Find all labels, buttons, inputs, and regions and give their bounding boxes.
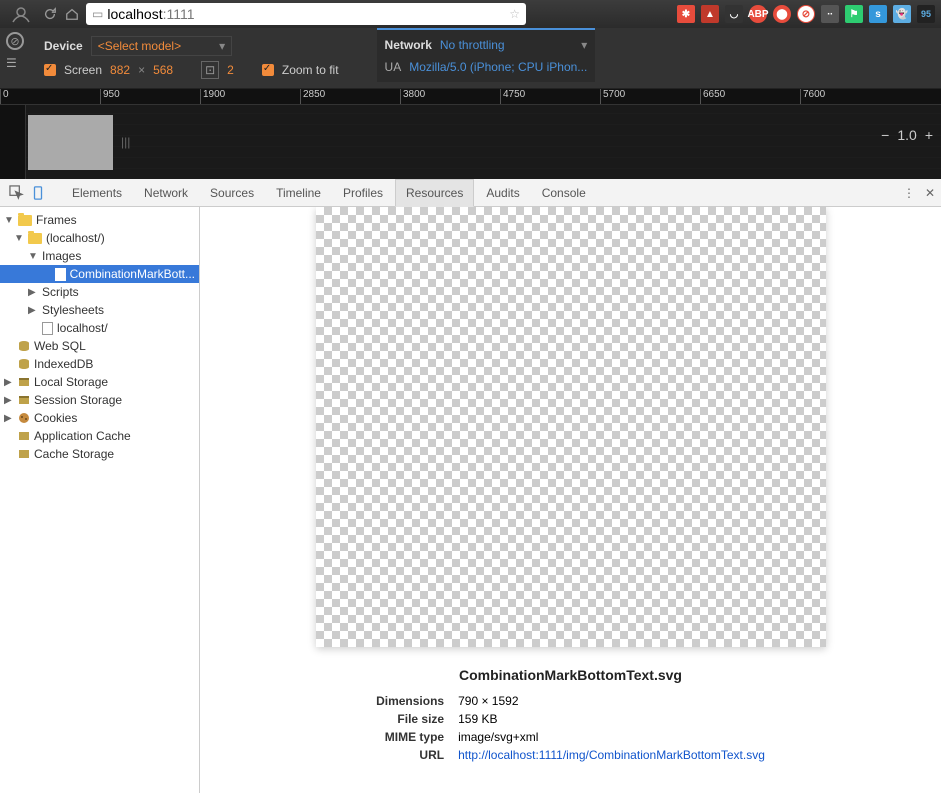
ext-icon[interactable]: ◡ (725, 5, 743, 23)
tree-indexeddb[interactable]: IndexedDB (0, 355, 199, 373)
zoom-to-fit-label: Zoom to fit (282, 63, 339, 77)
page-icon: ▭ (92, 7, 103, 21)
zoom-in-icon[interactable]: + (925, 127, 933, 143)
database-icon (18, 358, 30, 370)
device-mode-icon[interactable] (28, 183, 48, 203)
device-model-select[interactable]: <Select model> (91, 36, 232, 56)
tree-appcache[interactable]: Application Cache (0, 427, 199, 445)
ext-icon[interactable]: 95 (917, 5, 935, 23)
resource-url-link[interactable]: http://localhost:1111/img/CombinationMar… (458, 748, 765, 762)
ext-icon[interactable]: ∙∙ (821, 5, 839, 23)
toggle-drawer-icon[interactable]: ☰ (6, 56, 24, 70)
url-text: localhost:1111 (107, 6, 505, 22)
folder-icon (28, 233, 42, 244)
ua-value[interactable]: Mozilla/5.0 (iPhone; CPU iPhon... (409, 60, 587, 74)
disable-emulation-icon[interactable]: ⊘ (6, 32, 24, 50)
resource-preview-pane: CombinationMarkBottomText.svg Dimensions… (200, 207, 941, 793)
screen-checkbox[interactable] (44, 64, 56, 76)
dpr-value[interactable]: 2 (227, 63, 234, 77)
vertical-ruler (0, 105, 26, 179)
tab-audits[interactable]: Audits (476, 180, 529, 206)
zoom-controls[interactable]: − 1.0 + (881, 127, 933, 143)
kebab-menu-icon[interactable]: ⋮ (903, 186, 915, 200)
database-icon (18, 340, 30, 352)
devtools-body: ▼Frames ▼(localhost/) ▼Images Combinatio… (0, 207, 941, 793)
tree-selected-file[interactable]: CombinationMarkBott... (0, 265, 199, 283)
storage-icon (18, 430, 30, 442)
tree-scripts[interactable]: ▶Scripts (0, 283, 199, 301)
meta-label: Dimensions (370, 693, 450, 709)
storage-icon (18, 448, 30, 460)
tab-sources[interactable]: Sources (200, 180, 264, 206)
resource-meta-table: Dimensions790 × 1592 File size159 KB MIM… (368, 691, 773, 765)
throttling-select[interactable]: No throttling (440, 38, 505, 52)
screen-height[interactable]: 568 (153, 63, 173, 77)
inspect-icon[interactable] (6, 183, 26, 203)
dpr-icon: ⊡ (201, 61, 219, 79)
meta-label: URL (370, 747, 450, 763)
tree-cookies[interactable]: ▶Cookies (0, 409, 199, 427)
ext-icon[interactable]: ▲ (701, 5, 719, 23)
viewport-ruler-area: 09501900285038004750570066507600 ||| − 1… (0, 89, 941, 179)
cookies-icon (18, 412, 30, 424)
dimension-x: × (138, 63, 145, 77)
tab-timeline[interactable]: Timeline (266, 180, 331, 206)
storage-icon (18, 394, 30, 406)
url-bar[interactable]: ▭ localhost:1111 ☆ (86, 3, 526, 25)
ext-icon[interactable]: ⬤ (773, 5, 791, 23)
tree-sessionstorage[interactable]: ▶Session Storage (0, 391, 199, 409)
zoom-value: 1.0 (897, 127, 916, 143)
ua-label: UA (385, 60, 402, 74)
file-icon (55, 268, 65, 281)
tab-network[interactable]: Network (134, 180, 198, 206)
home-icon[interactable] (64, 6, 80, 22)
ext-icon[interactable]: 👻 (893, 5, 911, 23)
tree-images[interactable]: ▼Images (0, 247, 199, 265)
tree-cachestorage[interactable]: Cache Storage (0, 445, 199, 463)
ext-abp-icon[interactable]: ABP (749, 5, 767, 23)
folder-icon (18, 215, 32, 226)
tree-localstorage[interactable]: ▶Local Storage (0, 373, 199, 391)
reload-icon[interactable] (42, 6, 58, 22)
meta-value: image/svg+xml (452, 729, 771, 745)
image-preview-checkerboard (316, 207, 826, 647)
meta-value: 159 KB (452, 711, 771, 727)
star-icon[interactable]: ☆ (509, 7, 520, 21)
tab-elements[interactable]: Elements (62, 180, 132, 206)
zoom-checkbox[interactable] (262, 64, 274, 76)
zoom-out-icon[interactable]: − (881, 127, 889, 143)
network-label: Network (385, 38, 432, 52)
tree-frames[interactable]: ▼Frames (0, 211, 199, 229)
file-icon (42, 322, 53, 335)
browser-logo (6, 0, 36, 28)
storage-icon (18, 376, 30, 388)
device-toolbar: ⊘ ☰ Device <Select model> Screen 882 × 5… (0, 28, 941, 89)
tab-profiles[interactable]: Profiles (333, 180, 393, 206)
resources-sidebar: ▼Frames ▼(localhost/) ▼Images Combinatio… (0, 207, 200, 793)
mini-viewport[interactable] (28, 115, 113, 170)
extension-icons: ✱ ▲ ◡ ABP ⬤ ⊘ ∙∙ ⚑ s 👻 95 (677, 5, 935, 23)
meta-value: 790 × 1592 (452, 693, 771, 709)
device-label: Device (44, 39, 83, 53)
meta-label: File size (370, 711, 450, 727)
resource-filename: CombinationMarkBottomText.svg (459, 667, 682, 683)
tab-resources[interactable]: Resources (395, 179, 474, 207)
tree-localhost[interactable]: ▼(localhost/) (0, 229, 199, 247)
ext-icon[interactable]: ✱ (677, 5, 695, 23)
tree-stylesheets[interactable]: ▶Stylesheets (0, 301, 199, 319)
screen-width[interactable]: 882 (110, 63, 130, 77)
tab-console[interactable]: Console (532, 180, 596, 206)
meta-label: MIME type (370, 729, 450, 745)
ext-icon[interactable]: ⊘ (797, 5, 815, 23)
screen-label: Screen (64, 63, 102, 77)
tree-websql[interactable]: Web SQL (0, 337, 199, 355)
devtools-tabbar: Elements Network Sources Timeline Profil… (0, 179, 941, 207)
tree-root-doc[interactable]: localhost/ (0, 319, 199, 337)
browser-toolbar: ▭ localhost:1111 ☆ ✱ ▲ ◡ ABP ⬤ ⊘ ∙∙ ⚑ s … (0, 0, 941, 28)
ext-icon[interactable]: s (869, 5, 887, 23)
horizontal-ruler: 09501900285038004750570066507600 (0, 89, 941, 105)
close-devtools-icon[interactable]: ✕ (925, 186, 935, 200)
ext-icon[interactable]: ⚑ (845, 5, 863, 23)
